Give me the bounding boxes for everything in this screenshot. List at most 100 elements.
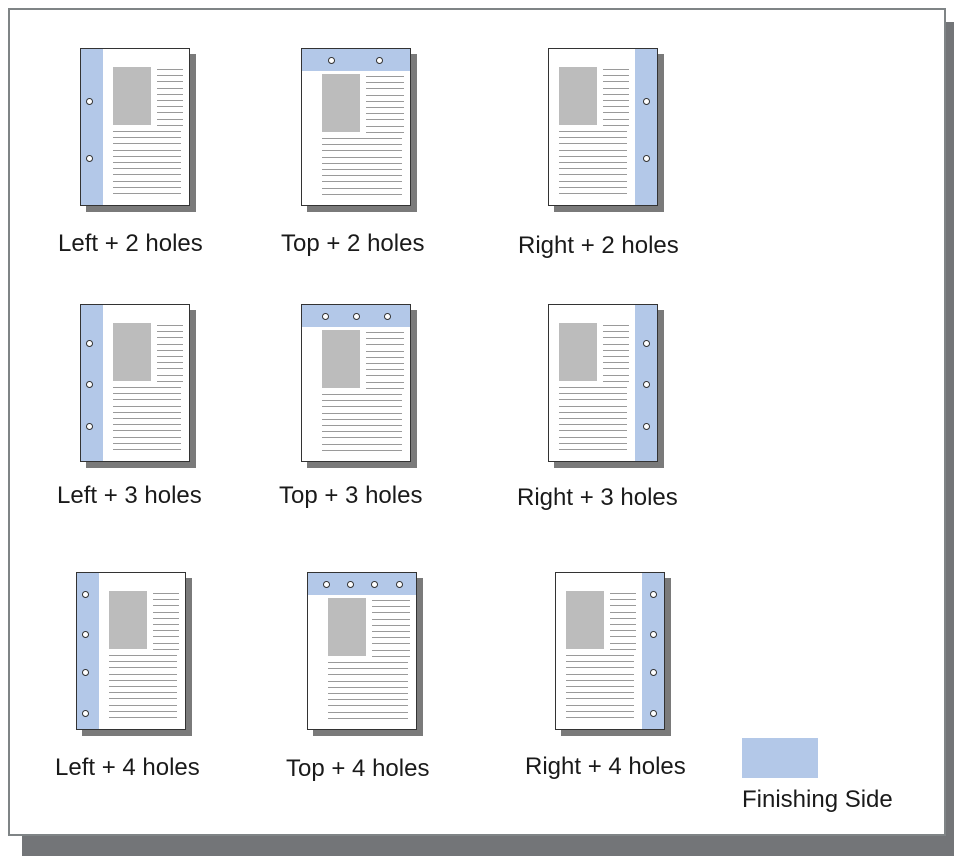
text-line xyxy=(610,642,636,644)
text-line xyxy=(322,138,402,139)
text-line xyxy=(113,168,181,170)
option-label: Right + 2 holes xyxy=(518,232,679,259)
text-line xyxy=(559,399,627,401)
text-line xyxy=(372,643,410,645)
binding-option-top-3 xyxy=(301,304,417,468)
text-line xyxy=(610,636,636,638)
binding-option-left-2 xyxy=(80,48,196,212)
punch-hole xyxy=(86,423,93,430)
text-line xyxy=(113,442,181,444)
text-line xyxy=(109,673,177,675)
text-line xyxy=(366,363,404,364)
text-line xyxy=(372,649,410,651)
text-line xyxy=(109,667,177,669)
text-line xyxy=(322,412,402,414)
text-line xyxy=(113,411,181,413)
text-line xyxy=(109,698,177,700)
text-line xyxy=(157,93,183,95)
text-line xyxy=(113,180,181,182)
text-line xyxy=(603,112,629,114)
text-line xyxy=(366,94,404,96)
picture-block xyxy=(559,323,597,381)
text-line xyxy=(559,174,627,176)
text-line xyxy=(113,393,181,395)
text-line xyxy=(153,642,179,644)
option-label: Left + 3 holes xyxy=(57,482,202,509)
page-thumbnail xyxy=(301,48,411,206)
text-line xyxy=(559,143,627,145)
text-line xyxy=(566,717,634,718)
text-line xyxy=(603,331,629,333)
text-line xyxy=(113,424,181,426)
text-line xyxy=(153,648,179,650)
text-line xyxy=(366,338,404,340)
text-line xyxy=(603,69,629,70)
punch-hole xyxy=(650,591,657,598)
punch-hole xyxy=(650,631,657,638)
option-label: Right + 4 holes xyxy=(525,753,686,780)
page-thumbnail xyxy=(548,48,658,206)
text-line xyxy=(603,337,629,339)
text-line xyxy=(603,75,629,77)
text-line xyxy=(113,186,181,188)
text-line xyxy=(109,717,177,718)
punch-hole xyxy=(347,581,354,588)
text-line xyxy=(322,150,402,152)
text-line xyxy=(157,325,183,326)
text-line xyxy=(157,75,183,77)
text-line xyxy=(559,387,627,388)
text-line xyxy=(366,332,404,333)
text-line xyxy=(328,662,408,663)
text-line xyxy=(328,693,408,694)
text-line xyxy=(157,87,183,89)
text-line xyxy=(366,381,404,383)
text-line xyxy=(366,82,404,84)
option-label: Left + 4 holes xyxy=(55,754,200,781)
punch-hole xyxy=(353,313,360,320)
text-line xyxy=(559,162,627,163)
text-line xyxy=(113,143,181,145)
text-line xyxy=(322,169,402,170)
text-line xyxy=(566,704,634,706)
text-line xyxy=(610,611,636,613)
text-line xyxy=(153,624,179,625)
text-line xyxy=(157,112,183,114)
text-line xyxy=(603,87,629,89)
text-line xyxy=(157,124,183,126)
text-line xyxy=(322,187,402,189)
text-line xyxy=(566,661,634,663)
binding-option-right-4 xyxy=(555,572,671,736)
picture-block xyxy=(322,74,360,132)
text-line xyxy=(157,343,183,345)
text-line xyxy=(559,424,627,426)
text-line xyxy=(366,119,404,121)
legend-label: Finishing Side xyxy=(742,786,893,813)
text-line xyxy=(372,624,410,626)
binding-option-left-3 xyxy=(80,304,196,468)
text-line xyxy=(566,686,634,687)
text-line xyxy=(372,637,410,639)
text-line xyxy=(372,655,410,657)
binding-option-top-4 xyxy=(307,572,423,736)
picture-block xyxy=(109,591,147,649)
picture-block xyxy=(113,67,151,125)
punch-hole xyxy=(82,591,89,598)
text-line xyxy=(603,81,629,83)
text-line xyxy=(328,717,408,719)
text-line xyxy=(328,699,408,701)
text-line xyxy=(566,673,634,675)
text-line xyxy=(113,174,181,176)
text-line xyxy=(366,375,404,377)
text-line xyxy=(610,593,636,594)
text-line xyxy=(603,343,629,345)
picture-block xyxy=(113,323,151,381)
text-line xyxy=(113,387,181,388)
text-line xyxy=(603,118,629,120)
option-label: Top + 4 holes xyxy=(286,755,430,782)
text-line xyxy=(610,617,636,619)
text-line xyxy=(113,155,181,157)
text-line xyxy=(322,175,402,177)
text-line xyxy=(603,325,629,326)
punch-hole xyxy=(322,313,329,320)
text-line xyxy=(559,418,627,419)
